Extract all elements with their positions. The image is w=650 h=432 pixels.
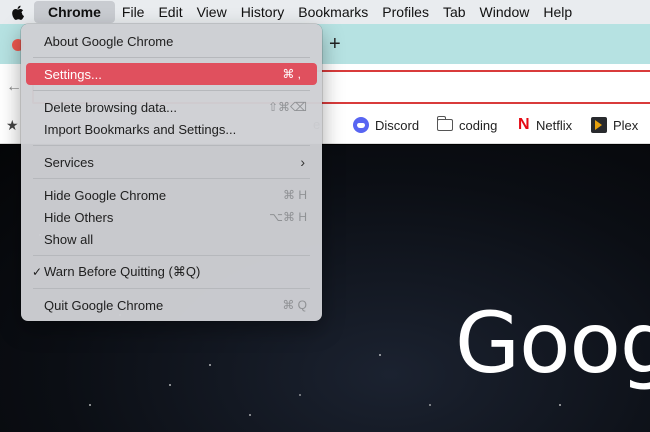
menu-item-about[interactable]: About Google Chrome (26, 30, 317, 52)
shortcut-label: ⌘ H (283, 188, 307, 202)
menu-separator (33, 288, 310, 289)
discord-icon (353, 117, 369, 133)
bookmark-label: coding (459, 117, 498, 133)
menu-item-services[interactable]: Services › (26, 151, 317, 173)
menu-separator (33, 145, 310, 146)
bookmark-discord[interactable]: Discord (353, 110, 419, 140)
shortcut-label: ⇧⌘⌫ (267, 100, 307, 114)
google-logo: Goog (455, 294, 650, 392)
menu-item-label: Delete browsing data... (44, 99, 177, 115)
shortcut-label: ⌥⌘ H (269, 210, 307, 224)
menu-edit[interactable]: Edit (151, 1, 189, 23)
new-tab-button[interactable]: + (329, 32, 341, 56)
bookmark-netflix[interactable]: N Netflix (518, 110, 572, 140)
menu-item-label: Services (44, 154, 94, 170)
menu-item-quit[interactable]: Quit Google Chrome ⌘ Q (26, 294, 317, 316)
menu-item-hide-chrome[interactable]: Hide Google Chrome ⌘ H (26, 184, 317, 206)
menu-item-warn-before-quitting[interactable]: ✓ Warn Before Quitting (⌘Q) (26, 261, 317, 283)
menu-file[interactable]: File (115, 1, 152, 23)
menu-window[interactable]: Window (473, 1, 537, 23)
shortcut-label: ⌘ Q (282, 298, 307, 312)
bookmark-coding[interactable]: coding (436, 110, 498, 140)
menu-item-hide-others[interactable]: Hide Others ⌥⌘ H (26, 206, 317, 228)
menu-view[interactable]: View (190, 1, 234, 23)
menu-bookmarks[interactable]: Bookmarks (291, 1, 375, 23)
menu-item-delete-browsing-data[interactable]: Delete browsing data... ⇧⌘⌫ (26, 96, 317, 118)
chrome-app-menu: About Google Chrome Settings... ⌘ , Dele… (21, 24, 322, 321)
bookmark-label: Plex (613, 117, 639, 133)
menu-chrome[interactable]: Chrome (34, 1, 115, 23)
menu-help[interactable]: Help (536, 1, 579, 23)
menu-history[interactable]: History (234, 1, 292, 23)
menu-separator (33, 90, 310, 91)
folder-icon (436, 116, 453, 131)
macos-menu-bar: Chrome File Edit View History Bookmarks … (0, 0, 650, 24)
menu-item-label: Show all (44, 231, 94, 247)
menu-item-label: Settings... (44, 66, 102, 82)
menu-item-label: Import Bookmarks and Settings... (44, 121, 237, 137)
plex-icon (591, 117, 607, 133)
bookmark-plex[interactable]: Plex (591, 110, 638, 140)
menu-item-label: About Google Chrome (44, 33, 174, 49)
menu-item-settings[interactable]: Settings... ⌘ , (26, 63, 317, 85)
menu-item-label: Hide Google Chrome (44, 187, 167, 203)
bookmark-label: Discord (375, 117, 420, 133)
menu-tab[interactable]: Tab (436, 1, 473, 23)
apple-icon[interactable] (0, 0, 34, 24)
menu-separator (33, 178, 310, 179)
chevron-right-icon: › (300, 154, 305, 170)
menu-item-label: Quit Google Chrome (44, 297, 164, 313)
checkmark-icon: ✓ (32, 265, 43, 279)
shortcut-label: ⌘ , (282, 67, 301, 81)
star-icon[interactable]: ★ (6, 117, 19, 134)
menu-item-show-all[interactable]: Show all (26, 228, 317, 250)
menu-separator (33, 57, 310, 58)
menu-item-import[interactable]: Import Bookmarks and Settings... (26, 118, 317, 140)
menu-separator (33, 255, 310, 256)
menu-item-label: Warn Before Quitting (⌘Q) (44, 264, 201, 279)
menu-profiles[interactable]: Profiles (375, 1, 436, 23)
back-arrow-icon[interactable]: ← (6, 78, 22, 96)
menu-item-label: Hide Others (44, 209, 114, 225)
bookmark-label: Netflix (536, 117, 573, 133)
netflix-icon: N (518, 116, 530, 133)
